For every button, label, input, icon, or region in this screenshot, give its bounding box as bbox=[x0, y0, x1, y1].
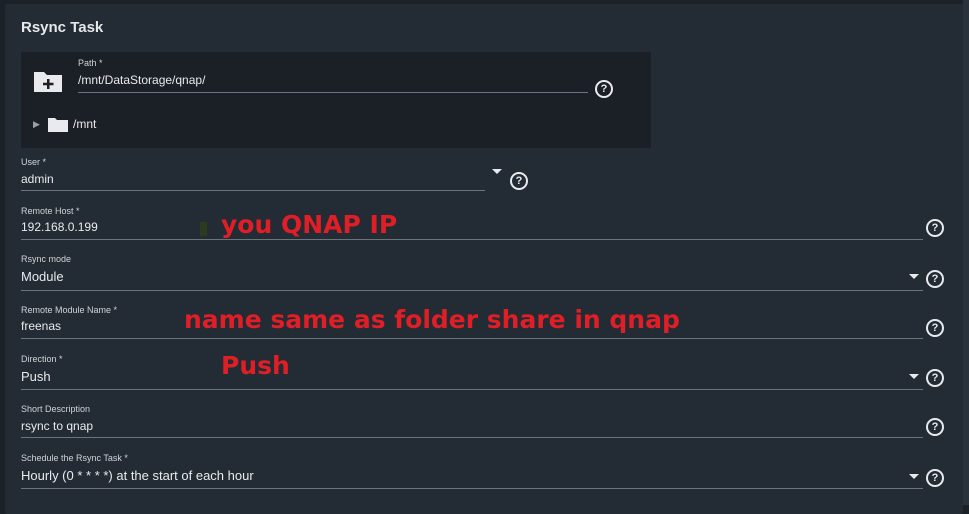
schedule-help-icon[interactable]: ? bbox=[926, 469, 944, 487]
annotation-host: you QNAP IP bbox=[221, 210, 398, 239]
user-underline bbox=[21, 190, 485, 191]
schedule-select[interactable]: Hourly (0 * * * *) at the start of each … bbox=[21, 468, 254, 483]
user-input[interactable]: admin bbox=[21, 172, 54, 186]
short-description-underline bbox=[21, 437, 923, 438]
schedule-underline bbox=[21, 488, 923, 489]
remote-host-underline bbox=[21, 239, 923, 240]
remote-host-label: Remote Host * bbox=[21, 206, 80, 216]
annotation-direction: Push bbox=[221, 351, 290, 380]
rsync-mode-dropdown-icon[interactable] bbox=[909, 274, 919, 279]
remote-module-input[interactable]: freenas bbox=[21, 319, 61, 333]
path-label: Path * bbox=[78, 58, 103, 68]
path-explorer: Path * /mnt/DataStorage/qnap/ ? ▶ /mnt bbox=[21, 52, 651, 148]
tree-expand-icon[interactable]: ▶ bbox=[33, 119, 40, 130]
user-label: User * bbox=[21, 157, 47, 167]
scrollbar[interactable] bbox=[963, 0, 969, 505]
text-cursor bbox=[200, 222, 207, 236]
direction-help-icon[interactable]: ? bbox=[926, 369, 944, 387]
direction-underline bbox=[21, 389, 923, 390]
direction-select[interactable]: Push bbox=[21, 369, 51, 384]
folder-icon bbox=[48, 118, 68, 132]
direction-label: Direction * bbox=[21, 354, 63, 364]
user-dropdown-icon[interactable] bbox=[492, 169, 502, 174]
remote-module-label: Remote Module Name * bbox=[21, 305, 118, 315]
path-help-icon[interactable]: ? bbox=[595, 80, 613, 98]
rsync-mode-label: Rsync mode bbox=[21, 254, 72, 264]
schedule-label: Schedule the Rsync Task * bbox=[21, 453, 128, 463]
schedule-dropdown-icon[interactable] bbox=[909, 474, 919, 479]
short-description-label: Short Description bbox=[21, 404, 91, 414]
short-description-help-icon[interactable]: ? bbox=[926, 418, 944, 436]
direction-dropdown-icon[interactable] bbox=[909, 374, 919, 379]
create-folder-icon[interactable] bbox=[33, 69, 63, 93]
path-underline bbox=[78, 92, 588, 93]
annotation-module: name same as folder share in qnap bbox=[184, 305, 680, 334]
remote-module-underline bbox=[21, 338, 923, 339]
user-help-icon[interactable]: ? bbox=[510, 172, 528, 190]
remote-host-input[interactable]: 192.168.0.199 bbox=[21, 220, 98, 234]
rsync-mode-help-icon[interactable]: ? bbox=[926, 270, 944, 288]
path-input[interactable]: /mnt/DataStorage/qnap/ bbox=[78, 73, 205, 87]
remote-module-help-icon[interactable]: ? bbox=[926, 319, 944, 337]
remote-host-help-icon[interactable]: ? bbox=[926, 219, 944, 237]
page-title: Rsync Task bbox=[21, 19, 104, 36]
rsync-mode-select[interactable]: Module bbox=[21, 269, 64, 284]
tree-item-mnt[interactable]: /mnt bbox=[73, 117, 96, 131]
rsync-mode-underline bbox=[21, 290, 923, 291]
short-description-input[interactable]: rsync to qnap bbox=[21, 419, 93, 433]
